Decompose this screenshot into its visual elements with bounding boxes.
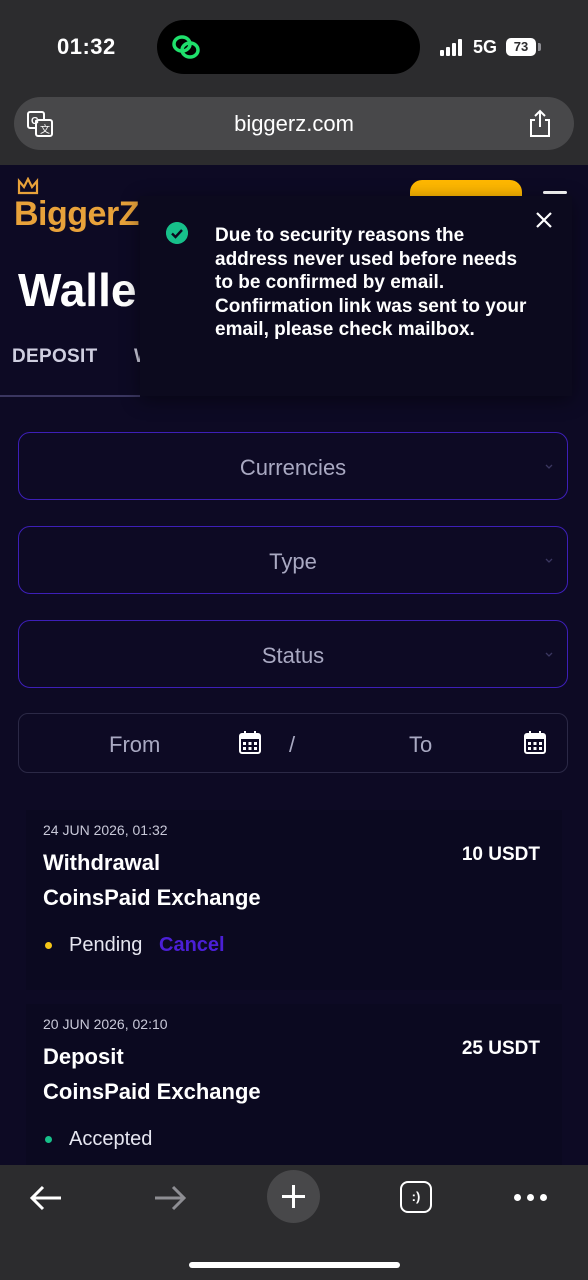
close-icon[interactable]	[532, 208, 556, 232]
calendar-icon[interactable]	[239, 730, 261, 754]
browser-bottom-bar: :)	[0, 1165, 588, 1280]
plus-icon	[282, 1185, 305, 1208]
dynamic-island	[157, 20, 420, 74]
type-label: Type	[269, 549, 317, 574]
chevron-down-icon	[545, 652, 553, 657]
menu-icon[interactable]	[543, 191, 567, 194]
tab-divider	[0, 395, 140, 397]
transaction-date: 24 JUN 2026, 01:32	[43, 822, 168, 838]
status-dot-pending	[45, 942, 52, 949]
status-time: 01:32	[57, 34, 116, 59]
signal-icon	[440, 39, 466, 56]
status-bar: 01:32 5G 73	[0, 0, 588, 95]
calendar-icon[interactable]	[524, 730, 546, 754]
date-separator: /	[289, 732, 296, 757]
date-range: From / To	[18, 713, 568, 773]
transaction-provider: CoinsPaid Exchange	[43, 885, 261, 910]
tab-deposit[interactable]: DEPOSIT	[12, 346, 98, 368]
transaction-item: 20 JUN 2026, 02:10 Deposit CoinsPaid Exc…	[26, 1004, 562, 1184]
browser-toolbar: G 文 biggerz.com	[0, 95, 588, 165]
address-bar[interactable]: G 文 biggerz.com	[14, 97, 574, 150]
transaction-status: Accepted	[69, 1128, 153, 1150]
network-label: 5G	[473, 37, 498, 57]
chevron-down-icon	[545, 558, 553, 563]
site-logo[interactable]: BiggerZ	[14, 173, 144, 237]
transaction-type: Withdrawal	[43, 850, 161, 875]
toast-message: Due to security reasons the address neve…	[215, 225, 527, 340]
check-circle-icon	[166, 222, 188, 244]
date-to-input[interactable]: To	[409, 732, 432, 758]
share-icon[interactable]	[526, 109, 554, 139]
transaction-amount: 10 USDT	[461, 844, 540, 865]
security-toast: Due to security reasons the address neve…	[140, 196, 572, 396]
url-text[interactable]: biggerz.com	[14, 111, 574, 137]
cancel-button[interactable]: Cancel	[159, 934, 225, 957]
transaction-type: Deposit	[43, 1044, 124, 1069]
new-tab-button[interactable]	[267, 1170, 320, 1223]
forward-arrow-icon[interactable]	[152, 1183, 188, 1213]
transaction-date: 20 JUN 2026, 02:10	[43, 1016, 168, 1032]
transaction-item: 24 JUN 2026, 01:32 Withdrawal CoinsPaid …	[26, 810, 562, 990]
logo-text: BiggerZ	[14, 195, 139, 233]
date-from-input[interactable]: From	[109, 732, 160, 758]
transaction-provider: CoinsPaid Exchange	[43, 1079, 261, 1104]
currencies-label: Currencies	[239, 455, 347, 480]
link-icon	[172, 35, 200, 59]
battery-icon: 73	[506, 38, 536, 56]
currencies-select[interactable]: Currencies	[18, 432, 568, 500]
type-select[interactable]: Type	[18, 526, 568, 594]
battery-tip	[538, 43, 541, 51]
status-dot-accepted	[45, 1136, 52, 1143]
status-label: Status	[261, 643, 325, 668]
back-arrow-icon[interactable]	[28, 1183, 64, 1213]
page-title: Walle	[18, 264, 137, 316]
crown-icon	[17, 177, 39, 195]
more-icon[interactable]	[514, 1194, 548, 1202]
chevron-down-icon	[545, 464, 553, 469]
transaction-amount: 25 USDT	[461, 1038, 540, 1059]
tabs-button[interactable]: :)	[400, 1181, 432, 1213]
transaction-status: Pending	[69, 934, 143, 956]
status-select[interactable]: Status	[18, 620, 568, 688]
home-indicator	[189, 1262, 400, 1268]
